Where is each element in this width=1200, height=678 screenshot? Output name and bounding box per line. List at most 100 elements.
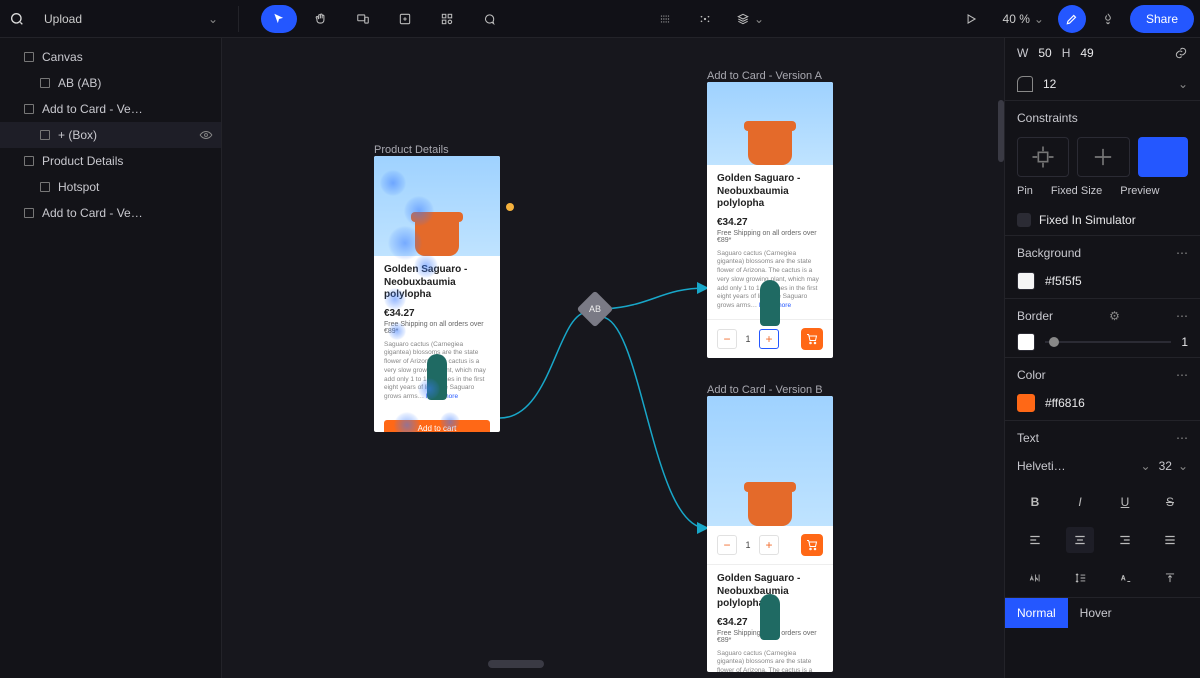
hand-tool[interactable] [303,5,339,33]
cart-button[interactable] [801,328,823,350]
hotspot-marker[interactable] [506,203,514,211]
border-swatch[interactable] [1017,333,1035,351]
qty-minus-button[interactable]: − [717,329,737,349]
chevron-down-icon: ⌄ [754,12,764,26]
artboard-product-details[interactable]: Golden Saguaro - Neobuxbaumia polylopha … [374,156,500,432]
height-label: H [1062,46,1071,60]
tree-item[interactable]: Canvas [0,44,221,70]
preview-constraint-box[interactable] [1138,137,1188,177]
align-center-button[interactable] [1066,527,1094,553]
page-title: Upload [44,12,82,26]
more-icon[interactable]: ⋯ [1176,431,1188,445]
eye-icon[interactable] [199,128,213,142]
italic-button[interactable]: I [1066,489,1094,515]
border-width-slider[interactable] [1045,341,1171,343]
canvas[interactable]: Product Details Golden Saguaro - Neobuxb… [222,38,1004,678]
product-description: Saguaro cactus (Carnegiea gigantea) blos… [717,650,823,673]
components-tool[interactable] [429,5,465,33]
zoom-dropdown[interactable]: 40 % ⌄ [997,10,1050,28]
align-left-button[interactable] [1021,527,1049,553]
cart-button[interactable] [801,534,823,556]
vertical-align-button[interactable] [1156,565,1184,591]
tree-item-selected[interactable]: + (Box) [0,122,221,148]
tree-item[interactable]: Add to Card - Ve… [0,96,221,122]
edit-mode-button[interactable] [1058,5,1086,33]
background-hex[interactable]: #f5f5f5 [1045,274,1082,288]
color-swatch[interactable] [1017,394,1035,412]
state-tab-hover[interactable]: Hover [1068,598,1124,628]
zoom-value: 40 % [1003,12,1030,26]
artboard-label[interactable]: Product Details [374,144,449,156]
app-logo[interactable] [6,8,28,30]
product-image [374,156,500,256]
state-tab-normal[interactable]: Normal [1005,598,1068,628]
devices-tool[interactable] [345,5,381,33]
align-tool[interactable] [647,5,683,33]
gear-icon[interactable]: ⚙ [1109,309,1120,323]
background-swatch[interactable] [1017,272,1035,290]
distribute-tool[interactable] [687,5,723,33]
top-toolbar: Upload ⌄ ⌄ [0,0,1200,38]
comment-tool[interactable] [471,5,507,33]
fixed-in-simulator-label: Fixed In Simulator [1039,213,1136,227]
pin-constraint-box[interactable] [1017,137,1069,177]
shipping-note: Free Shipping on all orders over €89* [717,230,823,244]
border-title: Border [1017,309,1053,323]
border-width-value[interactable]: 1 [1181,335,1188,349]
qty-plus-button[interactable]: + [759,329,779,349]
chevron-down-icon[interactable]: ⌄ [1178,77,1188,91]
artboard-version-b[interactable]: − 1 + Golden Saguaro - Neobuxbaumia poly… [707,396,833,672]
chevron-down-icon: ⌄ [208,12,218,26]
strikethrough-button[interactable]: S [1156,489,1184,515]
page-dropdown[interactable]: Upload ⌄ [34,8,228,30]
frame-icon [24,156,34,166]
pointer-tool[interactable] [261,5,297,33]
more-icon[interactable]: ⋯ [1176,368,1188,382]
layers-tool[interactable]: ⌄ [727,5,773,33]
color-hex[interactable]: #ff6816 [1045,396,1085,410]
bold-button[interactable]: B [1021,489,1049,515]
add-tool[interactable] [387,5,423,33]
frame-icon [24,104,34,114]
underline-button[interactable]: U [1111,489,1139,515]
link-icon[interactable] [1174,46,1188,60]
play-button[interactable] [953,5,989,33]
tree-item[interactable]: Add to Card - Ve… [0,200,221,226]
align-justify-button[interactable] [1156,527,1184,553]
chevron-down-icon: ⌄ [1141,459,1151,473]
layer-panel: Canvas AB (AB) Add to Card - Ve… + (Box)… [0,38,222,678]
product-price: €34.27 [384,308,490,319]
more-icon[interactable]: ⋯ [1176,309,1188,323]
letter-spacing-button[interactable] [1021,565,1049,591]
text-transform-button[interactable] [1111,565,1139,591]
artboard-label[interactable]: Add to Card - Version A [707,70,822,82]
font-size-input[interactable]: 32⌄ [1159,459,1188,473]
ab-test-node[interactable]: AB [577,291,614,328]
line-height-button[interactable] [1066,565,1094,591]
width-label: W [1017,46,1028,60]
horizontal-scrollbar[interactable] [488,660,544,668]
artboard-label[interactable]: Add to Card - Version B [707,384,823,396]
share-button[interactable]: Share [1130,5,1194,33]
tree-item[interactable]: Hotspot [0,174,221,200]
corner-radius-value[interactable]: 12 [1043,77,1056,91]
background-title: Background [1017,246,1081,260]
canvas-scrollbar[interactable] [998,100,1004,162]
align-right-button[interactable] [1111,527,1139,553]
artboard-version-a[interactable]: Golden Saguaro - Neobuxbaumia polylopha … [707,82,833,358]
product-name: Golden Saguaro - Neobuxbaumia polylopha [717,173,823,211]
add-to-cart-button[interactable]: Add to cart [384,420,490,432]
heatmap-mode-button[interactable] [1094,5,1122,33]
qty-plus-button[interactable]: + [759,535,779,555]
fixed-in-simulator-checkbox[interactable] [1017,213,1031,227]
product-image [707,396,833,526]
fixed-size-constraint-box[interactable] [1077,137,1129,177]
width-value[interactable]: 50 [1038,46,1051,60]
tree-item[interactable]: AB (AB) [0,70,221,96]
height-value[interactable]: 49 [1080,46,1093,60]
font-dropdown[interactable]: Helveti…⌄ [1017,455,1151,477]
qty-minus-button[interactable]: − [717,535,737,555]
constraints-title: Constraints [1017,111,1078,125]
more-icon[interactable]: ⋯ [1176,246,1188,260]
tree-item[interactable]: Product Details [0,148,221,174]
